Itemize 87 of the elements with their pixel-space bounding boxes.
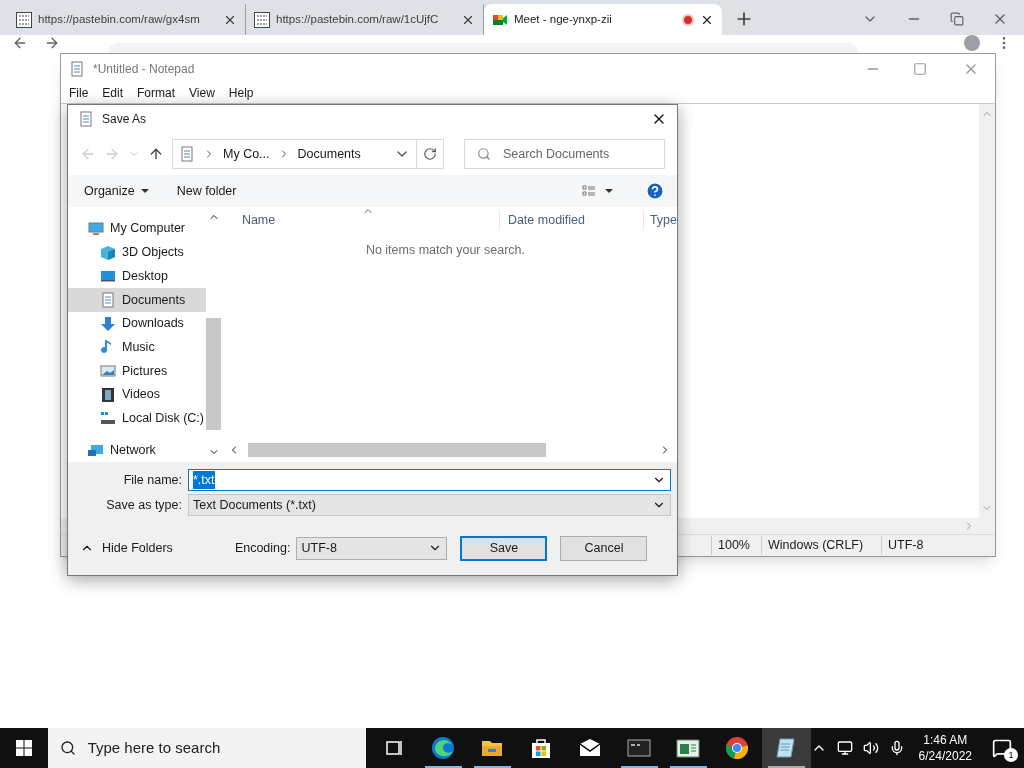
scroll-thumb[interactable] — [206, 318, 222, 430]
column-header[interactable]: Name — [221, 210, 499, 230]
folder-tree-item[interactable]: Network — [68, 438, 206, 463]
folder-tree-item[interactable]: My Computer — [68, 217, 206, 241]
column-header[interactable]: Type — [642, 210, 677, 230]
taskbar-search-field[interactable]: Type here to search — [47, 728, 366, 768]
up-icon[interactable] — [148, 146, 164, 162]
terminal-icon — [627, 736, 652, 760]
clock-time[interactable]: 1:46 AM — [923, 732, 968, 748]
menu-item[interactable]: Edit — [102, 84, 124, 102]
breadcrumb-bar[interactable]: My Co... Documents — [172, 139, 444, 169]
file-name-label: File name: — [122, 471, 183, 489]
chrome-icon — [725, 736, 750, 760]
picture-icon — [100, 363, 116, 380]
folder-tree-item[interactable]: Pictures — [68, 359, 206, 383]
forward-icon[interactable] — [44, 35, 60, 51]
document-icon — [78, 111, 94, 127]
browser-tab[interactable]: Meet - nge-ynxp-zii — [484, 4, 722, 35]
hide-folders-button[interactable]: Hide Folders — [80, 538, 173, 558]
search-icon — [477, 147, 491, 161]
menu-item[interactable]: Help — [228, 84, 254, 102]
task-view-icon — [384, 738, 405, 758]
search-icon — [59, 740, 76, 756]
save-as-type-dropdown[interactable]: Text Documents (*.txt) — [188, 494, 671, 516]
menu-item[interactable]: File — [69, 84, 89, 102]
folder-tree-item[interactable]: Downloads — [68, 311, 206, 336]
download-arrow-icon — [100, 315, 116, 332]
clock-date[interactable]: 6/24/2022 — [918, 748, 972, 764]
document-icon — [69, 60, 85, 77]
view-options-icon[interactable] — [581, 183, 597, 199]
menu-item[interactable]: Format — [137, 84, 176, 102]
running-indicator — [424, 766, 462, 768]
breadcrumb-item[interactable]: Documents — [297, 144, 361, 164]
windows-logo-icon[interactable] — [15, 740, 32, 756]
back-icon[interactable] — [12, 35, 28, 51]
caret-icon[interactable] — [605, 187, 613, 195]
binary-file-icon — [16, 11, 32, 28]
encoding-label: Encoding: — [234, 539, 291, 557]
running-indicator — [473, 766, 511, 768]
help-icon[interactable] — [645, 181, 665, 201]
cancel-button[interactable]: Cancel — [560, 535, 648, 561]
document-icon — [100, 291, 116, 308]
computer-icon — [88, 220, 104, 237]
save-button[interactable]: Save — [460, 535, 548, 561]
empty-message: No items match your search. — [365, 242, 526, 259]
scroll-thumb[interactable] — [247, 443, 546, 457]
breadcrumb-item[interactable]: My Co... — [223, 144, 270, 164]
new-folder-button[interactable]: New folder — [176, 181, 237, 201]
running-indicator — [767, 766, 805, 768]
restore-icon[interactable] — [950, 12, 964, 26]
drive-icon — [100, 410, 116, 427]
caret-icon — [140, 187, 149, 195]
taskbar-app-button[interactable] — [761, 728, 811, 768]
notifications-icon[interactable] — [992, 738, 1012, 758]
network-icon[interactable] — [836, 740, 853, 756]
folder-tree-item[interactable]: 3D Objects — [68, 240, 206, 265]
window-title: *Untitled - Notepad — [93, 60, 195, 78]
status-text: 100% — [711, 536, 761, 555]
network-icon — [88, 442, 104, 459]
notification-count: 1 — [1004, 748, 1018, 762]
refresh-icon[interactable] — [423, 147, 437, 161]
status-text: Windows (CRLF) — [761, 536, 881, 555]
folder-tree-item[interactable]: Desktop — [68, 264, 206, 289]
folder-tree-item[interactable]: Music — [68, 335, 206, 360]
menu-item[interactable]: View — [189, 84, 215, 102]
organize-button[interactable]: Organize — [84, 181, 149, 201]
file-name-field[interactable]: *.txt — [188, 469, 671, 491]
status-text: UTF-8 — [881, 536, 995, 555]
dialog-title: Save As — [102, 111, 147, 128]
window-icon — [676, 736, 701, 760]
profile-icon[interactable] — [964, 35, 980, 51]
volume-icon[interactable] — [862, 740, 879, 756]
document-icon — [179, 146, 195, 162]
folder-tree-item[interactable]: Videos — [68, 382, 206, 407]
cube-icon — [100, 244, 116, 261]
running-indicator — [620, 766, 658, 768]
edge-icon — [431, 736, 456, 760]
running-indicator — [669, 766, 707, 768]
column-header[interactable]: Date modified — [498, 210, 643, 230]
folder-tree-item[interactable]: Local Disk (C:) — [68, 406, 206, 431]
binary-file-icon — [254, 11, 270, 28]
save-as-type-label: Save as type: — [105, 496, 183, 514]
search-field[interactable]: Search Documents — [464, 139, 665, 169]
desktop-icon — [100, 268, 116, 285]
folder-tree-item[interactable]: Documents — [68, 288, 206, 312]
film-icon — [100, 386, 116, 403]
encoding-dropdown[interactable]: UTF-8 — [296, 536, 448, 560]
